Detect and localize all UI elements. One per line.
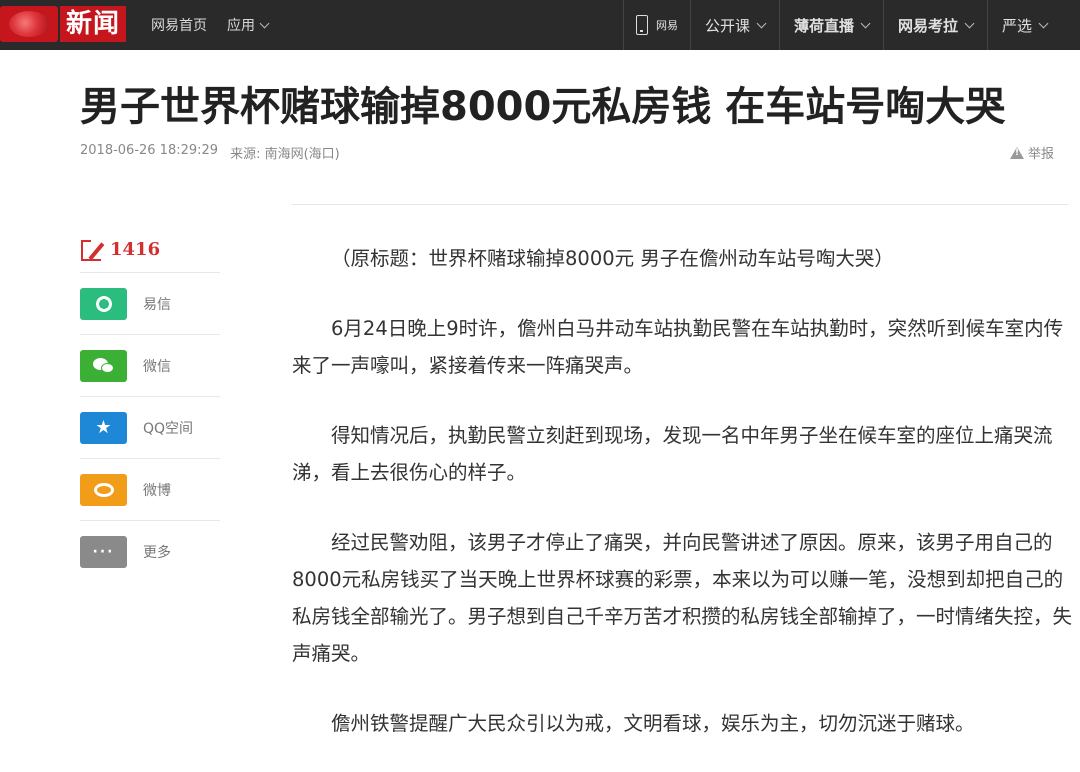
comment-edit-icon (80, 236, 106, 262)
article-meta: 2018-06-26 18:29:29 来源: 南海网(海口) (80, 143, 340, 162)
share-more[interactable]: ··· 更多 (80, 521, 220, 583)
share-label: 更多 (143, 545, 171, 561)
wechat-icon (80, 349, 127, 382)
nav-apps-label: 应用 (227, 18, 255, 34)
chevron-down-icon (860, 18, 871, 28)
netease-news-logo[interactable]: 新闻 (0, 6, 130, 42)
article-body: （原标题：世界杯赌球输掉8000元 男子在儋州动车站号啕大哭） 6月24日晚上9… (292, 240, 1072, 772)
yanxuan-label: 严选 (1002, 16, 1033, 35)
mobile-label: 网易 (656, 19, 678, 32)
report-label: 举报 (1028, 147, 1055, 162)
share-label: 易信 (143, 296, 171, 313)
article-paragraph: 得知情况后，执勤民警立刻赶到现场，发现一名中年男子坐在候车室的座位上痛哭流涕，看… (292, 424, 1053, 484)
nav-left: 网易首页 应用 (151, 0, 270, 50)
open-course-label: 公开课 (705, 16, 751, 35)
article-paragraph: （原标题：世界杯赌球输掉8000元 男子在儋州动车站号啕大哭） (331, 247, 894, 270)
weibo-icon (80, 473, 127, 506)
chevron-down-icon (259, 18, 270, 28)
exam-label: 网易考拉 (898, 16, 959, 35)
share-label: QQ空间 (143, 420, 194, 437)
report-link[interactable]: 举报 (1010, 143, 1054, 162)
share-sidebar: 1416 易信 微信 ★ QQ空间 微博 ··· 更多 (80, 226, 220, 583)
phone-icon (636, 15, 648, 35)
title-divider (292, 204, 1068, 205)
article-paragraph: 经过民警劝阻，该男子才停止了痛哭，并向民警讲述了原因。原来，该男子用自己的800… (292, 531, 1073, 665)
nav-apps-menu[interactable]: 应用 (227, 15, 270, 35)
share-label: 微博 (143, 482, 171, 499)
nav-home-link[interactable]: 网易首页 (151, 15, 207, 35)
more-icon: ··· (80, 536, 127, 568)
article-paragraph: 儋州铁警提醒广大民众引以为戒，文明看球，娱乐为主，切勿沉迷于赌球。 (331, 712, 975, 735)
article-source[interactable]: 来源: 南海网(海口) (230, 143, 340, 162)
share-label: 微信 (143, 358, 171, 375)
comment-count-link[interactable]: 1416 (80, 226, 220, 273)
yanxuan-menu[interactable]: 严选 (987, 0, 1061, 50)
mobile-app-link[interactable]: 网易 (623, 0, 690, 50)
live-label: 薄荷直播 (794, 16, 855, 35)
open-course-menu[interactable]: 公开课 (690, 0, 779, 50)
warning-icon (1010, 146, 1024, 159)
nav-right: 网易 公开课 薄荷直播 网易考拉 严选 (623, 0, 1061, 50)
article-paragraph: 6月24日晚上9时许，儋州白马井动车站执勤民警在车站执勤时，突然听到候车室内传来… (292, 317, 1064, 377)
netease-logo-icon (0, 6, 58, 42)
yixin-icon (80, 287, 127, 320)
share-wechat[interactable]: 微信 (80, 335, 220, 397)
chevron-down-icon (964, 18, 975, 28)
article-title: 男子世界杯赌球输掉8000元私房钱 在车站号啕大哭 (80, 84, 1006, 130)
share-qzone[interactable]: ★ QQ空间 (80, 397, 220, 459)
top-nav-bar: 新闻 网易首页 应用 网易 公开课 薄荷直播 网易考拉 严选 (0, 0, 1080, 50)
chevron-down-icon (756, 18, 767, 28)
exam-menu[interactable]: 网易考拉 (883, 0, 987, 50)
chevron-down-icon (1038, 18, 1049, 28)
publish-time: 2018-06-26 18:29:29 (80, 143, 219, 158)
share-weibo[interactable]: 微博 (80, 459, 220, 521)
qzone-icon: ★ (80, 411, 127, 444)
comment-count: 1416 (110, 238, 161, 260)
share-yixin[interactable]: 易信 (80, 273, 220, 335)
logo-text: 新闻 (60, 6, 127, 42)
live-menu[interactable]: 薄荷直播 (779, 0, 883, 50)
